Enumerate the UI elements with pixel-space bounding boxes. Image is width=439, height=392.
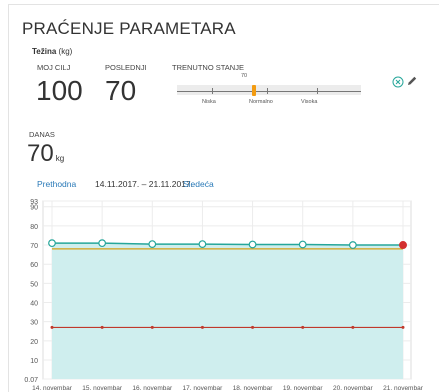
- y-tick-label: 10: [30, 358, 38, 365]
- series-point: [351, 325, 355, 329]
- x-tick-label: 17. novembar: [183, 385, 224, 392]
- series-point: [150, 325, 154, 329]
- series-point: [48, 239, 56, 248]
- y-tick-label: 40: [30, 301, 38, 308]
- series-point: [298, 240, 307, 249]
- series-point: [200, 325, 204, 329]
- series-point: [50, 325, 54, 329]
- series-point-current: [399, 241, 407, 250]
- y-tick-label: 80: [30, 224, 38, 231]
- y-tick-label: 90: [30, 205, 38, 212]
- y-tick-label: 20: [30, 339, 38, 346]
- x-tick-label: 18. novembar: [233, 385, 274, 392]
- series-point: [251, 325, 255, 329]
- series-point: [248, 240, 257, 249]
- y-tick-label: 60: [30, 262, 38, 269]
- series-point: [100, 325, 104, 329]
- y-tick-label: 30: [30, 320, 38, 327]
- series-point: [348, 241, 357, 249]
- y-tick-label: 0.07: [24, 377, 38, 384]
- x-tick-label: 20. novembar: [333, 385, 374, 392]
- x-tick-label: 15. novembar: [82, 385, 123, 392]
- x-tick-label: 19. novembar: [283, 385, 324, 392]
- series-area: [52, 243, 403, 379]
- series-point: [198, 240, 207, 248]
- series-point: [98, 239, 107, 248]
- y-tick-label: 50: [30, 281, 38, 288]
- x-tick-label: 16. novembar: [132, 385, 173, 392]
- series-point: [148, 240, 157, 248]
- x-tick-label: 21. novembar: [383, 385, 424, 392]
- y-tick-label: 70: [30, 243, 38, 250]
- series-point: [401, 325, 405, 329]
- x-tick-label: 14. novembar: [32, 385, 73, 392]
- series-point: [301, 325, 305, 329]
- weight-chart: 939080706050403020100.0714. novembar 15. …: [24, 199, 424, 392]
